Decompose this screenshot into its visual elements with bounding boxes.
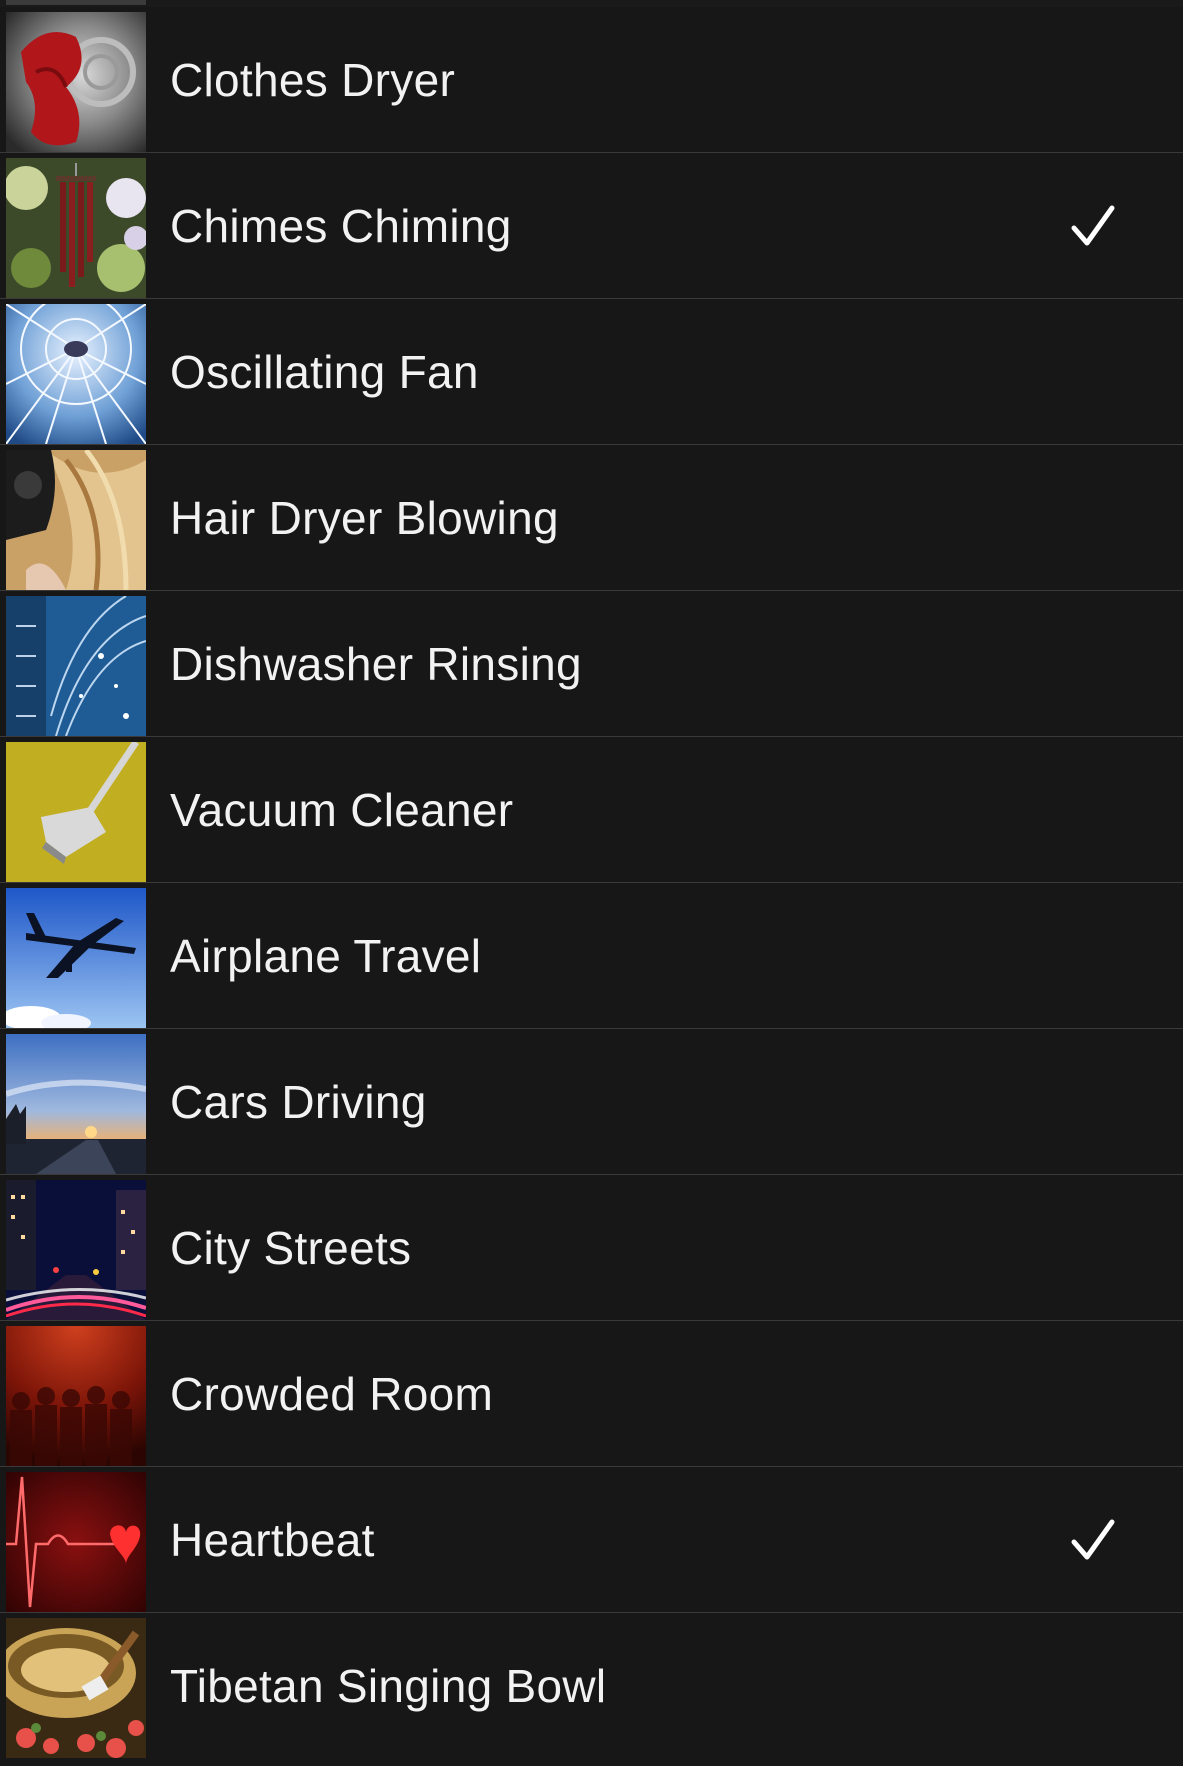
sound-row-dishwasher-rinsing[interactable]: Dishwasher Rinsing xyxy=(0,591,1183,737)
checkmark-icon xyxy=(1071,205,1115,246)
hair-dryer-thumbnail xyxy=(6,450,146,590)
sound-row-heartbeat[interactable]: Heartbeat xyxy=(0,1467,1183,1613)
sound-label: Dishwasher Rinsing xyxy=(170,638,582,690)
sound-label: Chimes Chiming xyxy=(170,200,512,252)
sound-row-cars-driving[interactable]: Cars Driving xyxy=(0,1029,1183,1175)
city-night-thumbnail xyxy=(6,1180,146,1320)
airplane-thumbnail xyxy=(6,888,146,1028)
fan-thumbnail xyxy=(6,304,146,444)
vacuum-thumbnail xyxy=(6,742,146,882)
sound-label: City Streets xyxy=(170,1222,412,1274)
sound-row-city-streets[interactable]: City Streets xyxy=(0,1175,1183,1321)
wind-chimes-thumbnail xyxy=(6,158,146,298)
singing-bowl-thumbnail xyxy=(6,1618,146,1758)
sound-label: Clothes Dryer xyxy=(170,54,456,106)
sound-label: Crowded Room xyxy=(170,1368,494,1420)
sound-label: Cars Driving xyxy=(170,1076,427,1128)
sound-row-clothes-dryer[interactable]: Clothes Dryer xyxy=(0,7,1183,153)
sound-row-oscillating-fan[interactable]: Oscillating Fan xyxy=(0,299,1183,445)
sound-row-chimes-chiming[interactable]: Chimes Chiming xyxy=(0,153,1183,299)
sound-row-tibetan-singing-bowl[interactable]: Tibetan Singing Bowl xyxy=(0,1613,1183,1766)
sound-label: Hair Dryer Blowing xyxy=(170,492,559,544)
sound-list: Clothes Dryer Chimes Chiming Oscillating… xyxy=(0,0,1183,1766)
sound-row-airplane-travel[interactable]: Airplane Travel xyxy=(0,883,1183,1029)
sound-label: Heartbeat xyxy=(170,1514,375,1566)
previous-row-thumbnail-edge xyxy=(6,0,146,5)
sound-label: Oscillating Fan xyxy=(170,346,479,398)
checkmark-icon xyxy=(1071,1519,1115,1560)
sound-label: Tibetan Singing Bowl xyxy=(170,1660,607,1712)
sound-label: Airplane Travel xyxy=(170,930,482,982)
road-sunset-thumbnail xyxy=(6,1034,146,1174)
heartbeat-thumbnail xyxy=(6,1472,146,1612)
sound-row-crowded-room[interactable]: Crowded Room xyxy=(0,1321,1183,1467)
clothes-dryer-thumbnail xyxy=(6,12,146,152)
sound-row-vacuum-cleaner[interactable]: Vacuum Cleaner xyxy=(0,737,1183,883)
sound-label: Vacuum Cleaner xyxy=(170,784,514,836)
sound-row-hair-dryer-blowing[interactable]: Hair Dryer Blowing xyxy=(0,445,1183,591)
water-spray-thumbnail xyxy=(6,596,146,736)
crowd-thumbnail xyxy=(6,1326,146,1466)
